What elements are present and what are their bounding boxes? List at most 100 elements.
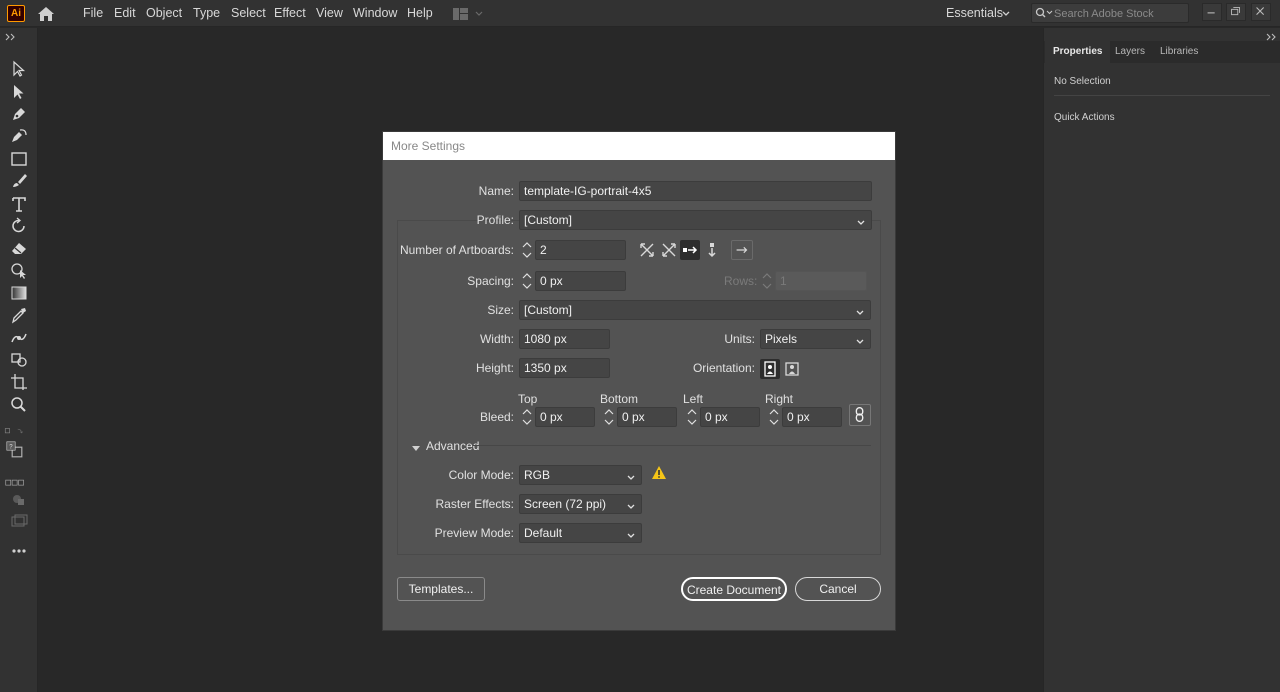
menu-type[interactable]: Type: [193, 6, 220, 20]
chevron-down-icon: [856, 215, 866, 225]
advanced-toggle[interactable]: Advanced: [426, 439, 479, 453]
raster-effects-select[interactable]: Screen (72 ppi): [519, 494, 642, 514]
bleed-left-label: Left: [683, 392, 704, 406]
direct-selection-tool-icon[interactable]: [9, 83, 29, 101]
profile-label: Profile:: [476, 213, 514, 227]
menu-view[interactable]: View: [316, 6, 343, 20]
orientation-label: Orientation:: [692, 361, 755, 375]
portrait-icon[interactable]: [760, 359, 780, 379]
create-document-button[interactable]: Create Document: [681, 577, 787, 601]
artboards-field[interactable]: 2: [535, 240, 626, 260]
height-field[interactable]: 1350 px: [519, 358, 610, 378]
artboards-stepper-icon[interactable]: [520, 240, 534, 260]
bleed-bottom-label: Bottom: [600, 392, 639, 406]
symbol-sprayer-tool-icon[interactable]: [9, 350, 29, 368]
zoom-tool-icon[interactable]: [9, 396, 29, 414]
workspace-switcher[interactable]: Essentials: [946, 6, 1003, 20]
templates-button[interactable]: Templates...: [397, 577, 485, 601]
draw-mode-icon[interactable]: [9, 490, 29, 508]
more-tools-icon[interactable]: [9, 542, 29, 560]
arrange-documents-icon[interactable]: [453, 8, 483, 20]
stock-search: [1031, 3, 1189, 23]
selection-tool-icon[interactable]: [9, 60, 29, 78]
tab-properties[interactable]: Properties: [1045, 41, 1111, 63]
units-select[interactable]: Pixels: [760, 329, 871, 349]
artboard-tool-icon[interactable]: [9, 373, 29, 391]
bleed-right-stepper-icon[interactable]: [767, 407, 781, 427]
size-select[interactable]: [Custom]: [519, 300, 871, 320]
bleed-top-stepper-icon[interactable]: [520, 407, 534, 427]
tab-libraries[interactable]: Libraries: [1152, 41, 1206, 63]
menu-select[interactable]: Select: [231, 6, 266, 20]
menu-object[interactable]: Object: [146, 6, 182, 20]
bleed-right-field[interactable]: 0 px: [782, 407, 842, 427]
chevron-down-icon[interactable]: [1001, 8, 1011, 18]
type-tool-icon[interactable]: [9, 195, 29, 213]
spacing-stepper-icon[interactable]: [520, 271, 534, 291]
arrange-by-row-icon[interactable]: [680, 240, 700, 260]
layout-direction-icon[interactable]: [731, 240, 753, 260]
pen-tool-icon[interactable]: [9, 105, 29, 123]
rows-field[interactable]: 1: [775, 271, 867, 291]
eyedropper-tool-icon[interactable]: [9, 306, 29, 324]
preview-mode-select[interactable]: Default: [519, 523, 642, 543]
gradient-tool-icon[interactable]: [9, 284, 29, 302]
restore-button[interactable]: [1226, 3, 1246, 21]
spacing-field[interactable]: 0 px: [535, 271, 626, 291]
close-button[interactable]: [1251, 3, 1271, 21]
tools-panel: ?: [0, 28, 38, 692]
cancel-button[interactable]: Cancel: [795, 577, 881, 601]
grid-by-row-icon[interactable]: [637, 240, 657, 260]
menu-file[interactable]: File: [83, 6, 103, 20]
menu-effect[interactable]: Effect: [274, 6, 306, 20]
rectangle-tool-icon[interactable]: [9, 150, 29, 168]
spacing-label: Spacing:: [467, 274, 514, 288]
name-label: Name:: [478, 184, 514, 198]
height-label: Height:: [475, 361, 514, 375]
menu-edit[interactable]: Edit: [114, 6, 136, 20]
puppet-warp-tool-icon[interactable]: [9, 328, 29, 346]
color-mode-select[interactable]: RGB: [519, 465, 642, 485]
width-field[interactable]: 1080 px: [519, 329, 610, 349]
minimize-button[interactable]: [1202, 3, 1222, 21]
tab-layers[interactable]: Layers: [1107, 41, 1153, 63]
collapse-icon[interactable]: [5, 30, 17, 41]
menu-help[interactable]: Help: [407, 6, 433, 20]
triangle-down-icon[interactable]: [411, 442, 421, 452]
preview-mode-label: Preview Mode:: [434, 526, 514, 540]
chevron-down-icon: [626, 528, 636, 538]
arrange-by-column-icon[interactable]: [702, 240, 722, 260]
rotate-tool-icon[interactable]: [9, 217, 29, 235]
bleed-bottom-stepper-icon[interactable]: [602, 407, 616, 427]
collapse-icon[interactable]: [1266, 30, 1278, 41]
search-input[interactable]: [1054, 6, 1186, 21]
curvature-tool-icon[interactable]: [9, 127, 29, 145]
units-value: Pixels: [765, 332, 798, 346]
app-logo: Ai: [7, 5, 25, 22]
divider: [473, 445, 871, 446]
preview-mode-value: Default: [524, 526, 563, 540]
search-icon: [1035, 7, 1053, 19]
shape-builder-tool-icon[interactable]: [9, 261, 29, 279]
bleed-top-field[interactable]: 0 px: [535, 407, 595, 427]
screen-mode-icon[interactable]: [9, 512, 29, 530]
paintbrush-tool-icon[interactable]: [9, 172, 29, 190]
raster-effects-value: Screen (72 ppi): [524, 497, 607, 511]
profile-select[interactable]: [Custom]: [519, 210, 872, 230]
eraser-tool-icon[interactable]: [9, 239, 29, 257]
home-icon[interactable]: [36, 5, 56, 23]
bleed-bottom-field[interactable]: 0 px: [617, 407, 677, 427]
fill-stroke-icon[interactable]: ?: [4, 440, 34, 470]
bleed-left-field[interactable]: 0 px: [700, 407, 760, 427]
chevron-down-icon: [626, 470, 636, 480]
landscape-icon[interactable]: [782, 359, 802, 379]
name-field[interactable]: template-IG-portrait-4x5: [519, 181, 872, 201]
swap-colors-icon[interactable]: [4, 422, 36, 434]
warning-icon[interactable]: [651, 465, 667, 481]
color-mode-icon[interactable]: [5, 474, 33, 486]
menu-window[interactable]: Window: [353, 6, 397, 20]
rows-label: Rows:: [724, 274, 758, 288]
bleed-left-stepper-icon[interactable]: [685, 407, 699, 427]
link-bleed-icon[interactable]: [849, 404, 871, 426]
grid-by-column-icon[interactable]: [659, 240, 679, 260]
